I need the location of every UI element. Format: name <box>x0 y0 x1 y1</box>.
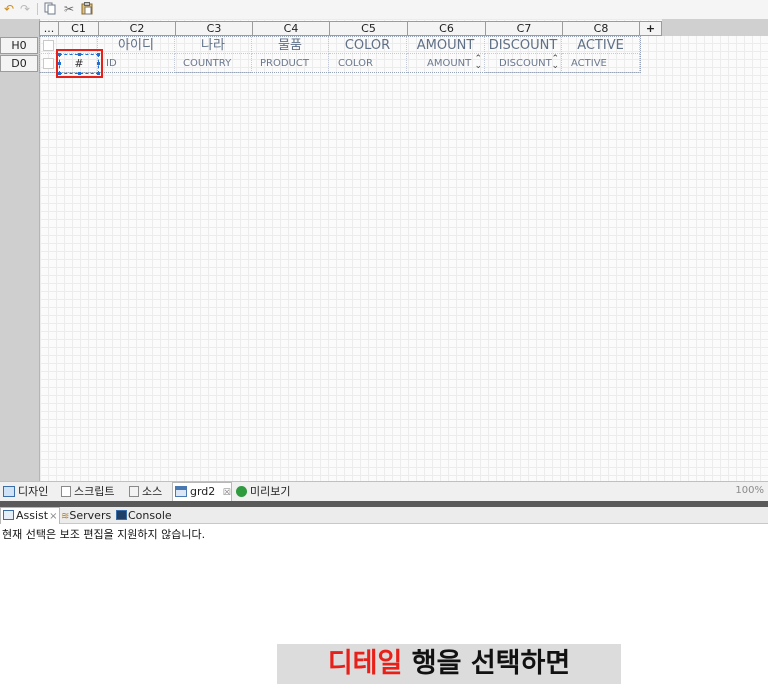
monitor-icon <box>3 486 15 497</box>
tab-assist-label: Assist <box>16 509 49 522</box>
detail-cell-c8[interactable]: ACTIVE <box>562 54 640 73</box>
column-header-c7[interactable]: C7 <box>485 21 563 36</box>
tab-script[interactable]: 스크립트 <box>61 483 114 500</box>
tab-assist[interactable]: Assist× <box>0 507 61 524</box>
console-icon <box>116 510 127 520</box>
zoom-level: 100% <box>735 485 764 496</box>
detail-cell-label: PRODUCT <box>260 58 309 69</box>
header-cell-c8[interactable]: ACTIVE <box>562 37 640 54</box>
highlight-box <box>56 49 103 78</box>
detail-cell-c4[interactable]: PRODUCT <box>252 54 329 73</box>
header-cell-c2[interactable]: 아이디 <box>98 37 175 54</box>
corner-header[interactable]: ... <box>39 21 59 36</box>
toolbar-separator <box>37 3 38 15</box>
tab-preview-label: 미리보기 <box>250 485 291 498</box>
header-cell-c6[interactable]: AMOUNT <box>407 37 485 54</box>
close-icon[interactable]: ☒ <box>223 488 231 498</box>
assist-icon <box>3 510 14 520</box>
row-header-strip <box>0 19 40 481</box>
detail-cell-c7[interactable]: DISCOUNT ⌃ ⌄ <box>485 54 562 73</box>
grid-icon <box>175 486 187 497</box>
spinner-icon[interactable]: ⌃ ⌄ <box>474 55 482 71</box>
tab-servers-label: Servers <box>69 509 112 522</box>
tab-preview[interactable]: 미리보기 <box>236 483 290 500</box>
tab-console[interactable]: Console <box>116 508 172 523</box>
detail-cell-label: DISCOUNT <box>499 58 552 69</box>
detail-cell-c3[interactable]: COUNTRY <box>175 54 252 73</box>
column-header-c1[interactable]: C1 <box>58 21 99 36</box>
detail-cell-label: COLOR <box>338 58 373 69</box>
header-cell-c4[interactable]: 물품 <box>252 37 329 54</box>
play-icon <box>236 486 247 497</box>
grid-design-canvas[interactable] <box>0 19 768 481</box>
tab-grd2[interactable]: grd2 ☒ <box>172 482 232 501</box>
column-header-c2[interactable]: C2 <box>98 21 176 36</box>
tab-console-label: Console <box>128 509 172 522</box>
copy-icon[interactable] <box>43 2 57 16</box>
detail-cell-c2[interactable]: ID <box>98 54 175 73</box>
column-header-filler <box>662 19 768 36</box>
spinner-icon[interactable]: ⌃ ⌄ <box>551 55 559 71</box>
redo-icon[interactable]: ↷ <box>18 2 32 16</box>
detail-cell-label: COUNTRY <box>183 58 232 69</box>
header-cell-c5[interactable]: COLOR <box>329 37 407 54</box>
document-icon <box>61 486 71 497</box>
column-header-c8[interactable]: C8 <box>562 21 640 36</box>
detail-cell-label: ACTIVE <box>571 58 607 69</box>
detail-cell-label: ID <box>106 58 117 69</box>
tab-design[interactable]: 디자인 <box>3 483 48 500</box>
panel-tab-bar: Assist× ≋Servers Console <box>0 507 768 524</box>
cut-icon[interactable]: ✂ <box>62 2 76 16</box>
detail-cell-c6[interactable]: AMOUNT ⌃ ⌄ <box>407 54 485 73</box>
column-header-c4[interactable]: C4 <box>252 21 330 36</box>
tab-servers[interactable]: ≋Servers <box>61 508 111 523</box>
video-subtitle: 디테일 행을 선택하면 <box>277 644 621 684</box>
row-header-d0[interactable]: D0 <box>0 55 38 72</box>
row-checkbox[interactable] <box>43 40 54 51</box>
subtitle-text: 행을 선택하면 <box>402 648 571 679</box>
designer-toolbar: ↶ ↷ ✂ <box>0 0 768 19</box>
tab-source-label: 소스 <box>142 485 163 498</box>
assist-message: 현재 선택은 보조 편집을 지원하지 않습니다. <box>2 528 206 541</box>
close-icon[interactable]: × <box>49 511 57 522</box>
subtitle-highlight: 디테일 <box>327 648 403 679</box>
column-header-c5[interactable]: C5 <box>329 21 408 36</box>
row-checkbox[interactable] <box>43 58 54 69</box>
column-header-c3[interactable]: C3 <box>175 21 253 36</box>
tab-script-label: 스크립트 <box>74 485 115 498</box>
tab-source[interactable]: 소스 <box>129 483 162 500</box>
editor-tab-bar: 디자인 스크립트 소스 grd2 ☒ 미리보기 100% <box>0 481 768 502</box>
undo-icon[interactable]: ↶ <box>2 2 16 16</box>
detail-cell-c5[interactable]: COLOR <box>329 54 407 73</box>
detail-cell-label: AMOUNT <box>427 58 472 69</box>
paste-icon[interactable] <box>80 2 94 16</box>
header-cell-c7[interactable]: DISCOUNT <box>485 37 562 54</box>
add-column-button[interactable]: + <box>639 21 662 36</box>
source-icon <box>129 486 139 497</box>
tab-design-label: 디자인 <box>18 485 49 498</box>
row-header-h0[interactable]: H0 <box>0 37 38 54</box>
header-cell-c3[interactable]: 나라 <box>175 37 252 54</box>
column-header-c6[interactable]: C6 <box>407 21 486 36</box>
tab-grd2-label: grd2 <box>190 485 216 498</box>
